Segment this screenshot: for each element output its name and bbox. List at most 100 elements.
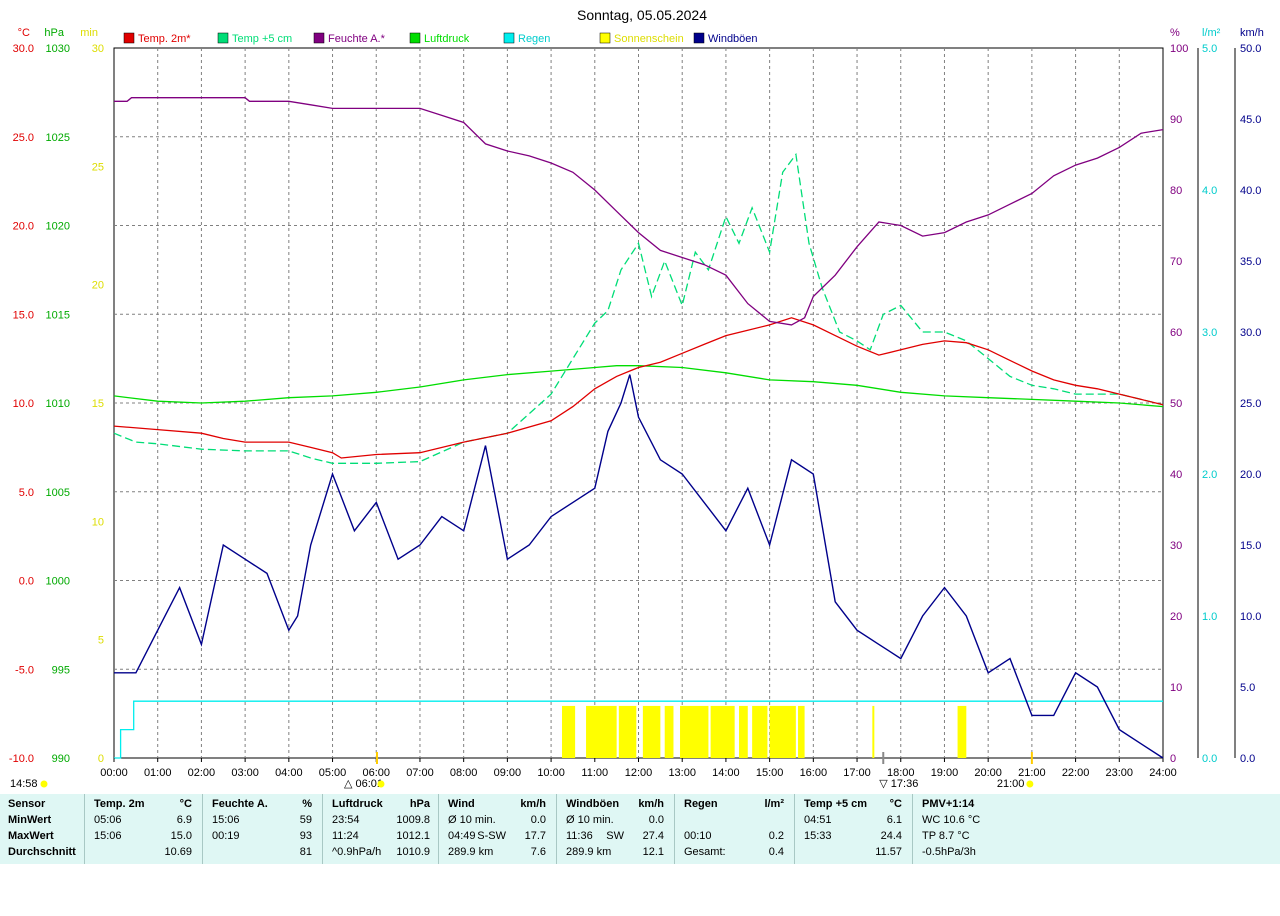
left-axis-tick: 1030 bbox=[46, 43, 70, 55]
right-axis-tick: 10 bbox=[1170, 682, 1182, 694]
x-axis-tick: 14:00 bbox=[712, 767, 740, 779]
sunshine-bar bbox=[957, 705, 967, 758]
right-axis-tick: 0.0 bbox=[1202, 753, 1217, 765]
left-axis-tick: 10 bbox=[92, 516, 104, 528]
sunrise-icon bbox=[377, 780, 385, 788]
sun-icon bbox=[40, 780, 48, 788]
x-axis-tick: 11:00 bbox=[581, 767, 608, 779]
stats-separator bbox=[794, 794, 795, 864]
sunshine-bar bbox=[872, 705, 875, 758]
legend-swatch bbox=[409, 32, 421, 44]
sunshine-bar bbox=[739, 705, 748, 758]
x-axis-tick: 13:00 bbox=[668, 767, 696, 779]
stats-value: 7.6 bbox=[530, 846, 546, 858]
stats-separator bbox=[438, 794, 439, 864]
left-axis-tick: 5 bbox=[98, 635, 104, 647]
right-axis-unit: % bbox=[1170, 27, 1180, 39]
right-axis-tick: 15.0 bbox=[1240, 540, 1261, 552]
legend-label: Temp. 2m* bbox=[138, 33, 191, 45]
x-axis-tick: 17:00 bbox=[843, 767, 871, 779]
right-axis-tick: 40.0 bbox=[1240, 185, 1261, 197]
left-axis-tick: 1015 bbox=[46, 309, 70, 321]
right-axis-tick: 4.0 bbox=[1202, 185, 1217, 197]
moon-icon bbox=[1026, 780, 1034, 788]
right-axis-tick: 35.0 bbox=[1240, 256, 1261, 268]
left-axis-tick: 30.0 bbox=[13, 43, 34, 55]
current-time-label: 14:58 bbox=[10, 778, 38, 790]
right-axis-tick: 5.0 bbox=[1240, 682, 1255, 694]
x-axis-tick: 04:00 bbox=[275, 767, 303, 779]
stats-separator bbox=[556, 794, 557, 864]
legend-label: Regen bbox=[518, 33, 550, 45]
left-axis-tick: 1010 bbox=[46, 398, 70, 410]
chart-title: Sonntag, 05.05.2024 bbox=[577, 7, 707, 23]
stats-separator bbox=[202, 794, 203, 864]
legend-label: Luftdruck bbox=[424, 33, 470, 45]
right-axis-tick: 0.0 bbox=[1240, 753, 1255, 765]
left-axis-tick: 990 bbox=[52, 753, 70, 765]
right-axis-tick: 50.0 bbox=[1240, 43, 1261, 55]
x-axis-tick: 22:00 bbox=[1062, 767, 1090, 779]
legend-swatch bbox=[123, 32, 135, 44]
x-axis-tick: 07:00 bbox=[406, 767, 434, 779]
right-axis-tick: 20 bbox=[1170, 611, 1182, 623]
sunshine-bar bbox=[710, 705, 735, 758]
right-axis-tick: 30 bbox=[1170, 540, 1182, 552]
left-axis-tick: 20 bbox=[92, 280, 104, 292]
legend-swatch bbox=[313, 32, 325, 44]
left-axis-tick: 995 bbox=[52, 664, 70, 676]
sunshine-bar bbox=[680, 705, 709, 758]
right-axis-tick: 50 bbox=[1170, 398, 1182, 410]
stats-value: 0.4 bbox=[768, 846, 784, 858]
right-axis-unit: l/m² bbox=[1202, 27, 1221, 39]
left-axis-tick: 10.0 bbox=[13, 398, 34, 410]
sunshine-bar bbox=[798, 705, 805, 758]
x-axis-tick: 00:00 bbox=[100, 767, 128, 779]
left-axis-tick: 0 bbox=[98, 753, 104, 765]
left-axis-tick: -10.0 bbox=[9, 753, 34, 765]
right-axis-tick: 10.0 bbox=[1240, 611, 1261, 623]
left-axis-tick: 25.0 bbox=[13, 132, 34, 144]
left-axis-unit: hPa bbox=[44, 27, 64, 39]
right-axis-tick: 60 bbox=[1170, 327, 1182, 339]
legend-label: Feuchte A.* bbox=[328, 33, 386, 45]
sunset-label: ▽ 17:36 bbox=[879, 778, 918, 790]
legend-label: Temp +5 cm bbox=[232, 33, 292, 45]
legend-swatch bbox=[599, 32, 611, 44]
right-axis-tick: 5.0 bbox=[1202, 43, 1217, 55]
left-axis-tick: 15.0 bbox=[13, 309, 34, 321]
left-axis-tick: 1000 bbox=[46, 576, 70, 588]
stats-separator bbox=[912, 794, 913, 864]
sunshine-bar bbox=[586, 705, 617, 758]
x-axis-tick: 12:00 bbox=[625, 767, 653, 779]
right-axis-tick: 70 bbox=[1170, 256, 1182, 268]
sunshine-bar bbox=[769, 705, 796, 758]
right-axis-tick: 80 bbox=[1170, 185, 1182, 197]
legend-swatch bbox=[693, 32, 705, 44]
sunshine-bar bbox=[618, 705, 637, 758]
right-axis-unit: km/h bbox=[1240, 27, 1264, 39]
moon-label: 21:00 bbox=[997, 778, 1025, 790]
x-axis-tick: 01:00 bbox=[144, 767, 172, 779]
right-axis-tick: 30.0 bbox=[1240, 327, 1261, 339]
statistics-panel: Sensor MinWert MaxWert Durchschnitt Temp. 2m… bbox=[0, 794, 1280, 864]
left-axis-tick: 30 bbox=[92, 43, 104, 55]
right-axis-tick: 90 bbox=[1170, 114, 1182, 126]
left-axis-tick: -5.0 bbox=[15, 664, 34, 676]
stats-value: 1010.9 bbox=[396, 846, 430, 858]
x-axis-tick: 15:00 bbox=[756, 767, 784, 779]
sunshine-bar bbox=[664, 705, 674, 758]
stats-value: -0.5hPa/3h bbox=[922, 846, 976, 858]
sunshine-bar bbox=[752, 705, 768, 758]
left-axis-tick: 1025 bbox=[46, 132, 70, 144]
right-axis-tick: 1.0 bbox=[1202, 611, 1217, 623]
stats-separator bbox=[674, 794, 675, 864]
stats-separator bbox=[84, 794, 85, 864]
left-axis-tick: 25 bbox=[92, 161, 104, 173]
left-axis-tick: 15 bbox=[92, 398, 104, 410]
x-axis-tick: 02:00 bbox=[188, 767, 216, 779]
left-axis-tick: 1005 bbox=[46, 487, 70, 499]
left-axis-unit: min bbox=[80, 27, 98, 39]
stats-row-label: Durchschnitt bbox=[8, 846, 76, 858]
left-axis-tick: 0.0 bbox=[19, 576, 34, 588]
